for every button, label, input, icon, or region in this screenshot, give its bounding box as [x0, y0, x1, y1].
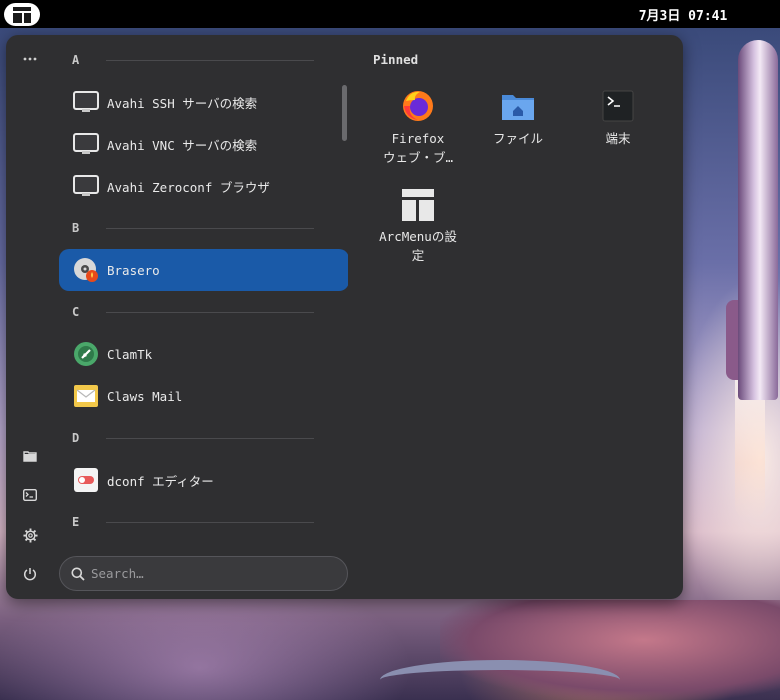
toggle-icon — [73, 467, 99, 493]
arcmenu-panel: A Avahi SSH サーバの検索 Avahi VNC サーバの検索 Avah… — [6, 35, 683, 599]
monitor-icon — [73, 173, 99, 199]
app-label: Avahi SSH サーバの検索 — [107, 95, 258, 111]
section-divider — [106, 437, 314, 439]
monitor-icon — [73, 89, 99, 115]
pinned-files[interactable]: ファイル — [470, 75, 566, 165]
pinned-firefox[interactable]: Firefox ウェブ・ブ… — [370, 75, 466, 165]
disc-burner-icon — [73, 257, 99, 283]
pinned-label: ArcMenuの設定 — [379, 229, 457, 263]
clock[interactable]: 7月3日 07:41 — [600, 0, 766, 28]
app-item-dconf-editor[interactable]: dconf エディター — [59, 459, 348, 501]
app-item-brasero[interactable]: Brasero — [59, 249, 348, 291]
more-button[interactable] — [17, 46, 43, 72]
section-divider — [106, 521, 314, 523]
folder-home-icon — [501, 89, 535, 123]
pinned-label: ファイル — [492, 131, 543, 146]
firefox-icon — [401, 89, 435, 123]
files-button[interactable] — [17, 443, 43, 469]
section-letter: B — [72, 221, 80, 235]
app-item-avahi-zeroconf[interactable]: Avahi Zeroconf ブラウザ — [59, 165, 348, 207]
envelope-icon — [73, 383, 99, 409]
pinned-label: Firefox ウェブ・ブ… — [382, 131, 454, 165]
section-letter: A — [72, 53, 80, 67]
section-letter: E — [72, 515, 80, 529]
app-label: Avahi Zeroconf ブラウザ — [107, 179, 270, 195]
section-letter: C — [72, 305, 80, 319]
app-list[interactable]: A Avahi SSH サーバの検索 Avahi VNC サーバの検索 Avah… — [58, 35, 348, 535]
arcmenu-button[interactable] — [4, 3, 40, 26]
search-box[interactable] — [59, 556, 348, 591]
arcmenu-settings-icon — [401, 189, 435, 221]
app-item-avahi-vnc[interactable]: Avahi VNC サーバの検索 — [59, 123, 348, 165]
search-icon — [71, 567, 85, 581]
top-bar: 7月3日 07:41 — [0, 0, 780, 28]
power-button[interactable] — [17, 561, 43, 587]
section-header-c: C — [72, 302, 314, 322]
settings-button[interactable] — [17, 522, 43, 548]
pinned-title: Pinned — [373, 52, 419, 67]
section-header-a: A — [72, 50, 314, 70]
section-header-b: B — [72, 218, 314, 238]
app-item-clamtk[interactable]: ClamTk — [59, 333, 348, 375]
section-divider — [106, 227, 314, 229]
pinned-terminal[interactable]: 端末 — [570, 75, 666, 165]
section-divider — [106, 311, 314, 313]
arcmenu-icon — [13, 6, 31, 23]
wallpaper-road — [380, 660, 620, 700]
terminal-button[interactable] — [17, 482, 43, 508]
shield-icon — [73, 341, 99, 367]
wallpaper-rocket — [738, 40, 778, 400]
app-label: ClamTk — [107, 346, 153, 362]
power-icon — [23, 568, 37, 581]
section-header-d: D — [72, 428, 314, 448]
section-header-e: E — [72, 512, 314, 532]
app-label: Brasero — [107, 262, 160, 278]
terminal-icon — [23, 489, 37, 501]
app-label: Claws Mail — [107, 388, 183, 404]
section-letter: D — [72, 431, 80, 445]
app-item-claws-mail[interactable]: Claws Mail — [59, 375, 348, 417]
monitor-icon — [73, 131, 99, 157]
side-rail — [6, 35, 52, 599]
app-list-scrollbar[interactable] — [342, 85, 347, 141]
folder-icon — [23, 451, 37, 462]
pinned-label: 端末 — [605, 131, 631, 146]
app-item-avahi-ssh[interactable]: Avahi SSH サーバの検索 — [59, 81, 348, 123]
terminal-icon — [601, 89, 635, 123]
app-label: dconf エディター — [107, 473, 214, 489]
gear-icon — [22, 527, 38, 543]
app-label: Avahi VNC サーバの検索 — [107, 137, 258, 153]
pinned-arcmenu-settings[interactable]: ArcMenuの設定 — [370, 175, 466, 265]
search-input[interactable] — [91, 566, 331, 581]
more-horizontal-icon — [23, 57, 37, 61]
section-divider — [106, 59, 314, 61]
